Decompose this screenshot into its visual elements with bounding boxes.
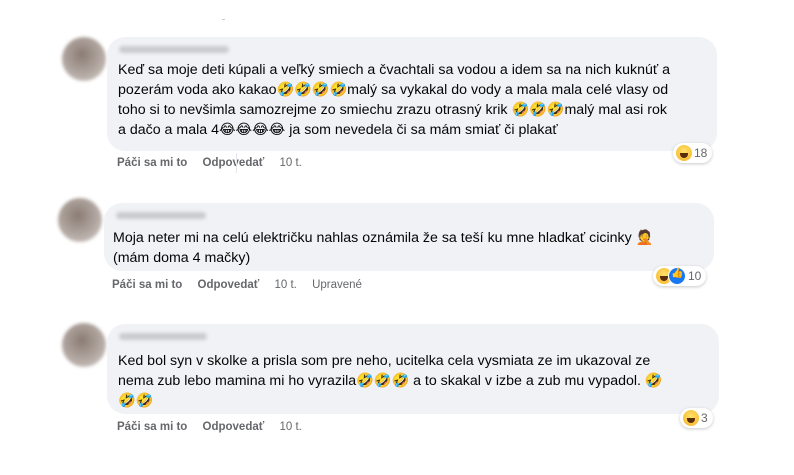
- thread-line: [236, 153, 237, 173]
- reply-link[interactable]: Odpovedať: [203, 157, 265, 169]
- reaction-badge[interactable]: 3: [680, 408, 713, 428]
- haha-icon: [676, 145, 692, 161]
- avatar[interactable]: [62, 323, 106, 367]
- reaction-count: 3: [701, 411, 708, 425]
- edited-label: Upravené: [312, 279, 362, 291]
- like-link[interactable]: Páči sa mi to: [117, 421, 187, 433]
- author-name-redacted[interactable]: [119, 333, 207, 340]
- comment-bubble: Moja neter mi na celú električku nahlas …: [104, 203, 714, 271]
- reply-link[interactable]: Odpovedať: [198, 279, 260, 291]
- reply-link[interactable]: Odpovedať: [203, 421, 265, 433]
- timestamp[interactable]: 10 t.: [274, 279, 296, 291]
- like-link[interactable]: Páči sa mi to: [112, 279, 182, 291]
- reaction-count: 10: [688, 269, 702, 283]
- author-name-redacted[interactable]: [119, 46, 229, 53]
- comment-actions: Páči sa mi to Odpovedať 10 t. Upravené: [112, 279, 374, 291]
- author-name-redacted[interactable]: [116, 212, 206, 219]
- reaction-badge[interactable]: 18: [673, 143, 713, 163]
- comment-text: Keď sa moje deti kúpali a veľký smiech a…: [118, 62, 671, 138]
- reaction-count: 18: [694, 146, 708, 160]
- comment-bubble: Ked bol syn v skolke a prisla som pre ne…: [107, 324, 719, 414]
- haha-icon: [683, 410, 699, 426]
- avatar[interactable]: [62, 37, 106, 81]
- comment-text: Ked bol syn v skolke a prisla som pre ne…: [118, 353, 663, 409]
- avatar[interactable]: [58, 198, 102, 242]
- divider-dot: [222, 19, 225, 20]
- timestamp[interactable]: 10 t.: [279, 157, 301, 169]
- like-icon: [668, 267, 686, 285]
- comment-actions: Páči sa mi to Odpovedať 10 t.: [117, 157, 314, 169]
- comment-actions: Páči sa mi to Odpovedať 10 t.: [117, 421, 314, 433]
- comment-bubble: Keď sa moje deti kúpali a veľký smiech a…: [107, 37, 717, 151]
- reaction-badge[interactable]: 10: [653, 266, 707, 286]
- like-link[interactable]: Páči sa mi to: [117, 157, 187, 169]
- comment-text: Moja neter mi na celú električku nahlas …: [113, 230, 654, 266]
- timestamp[interactable]: 10 t.: [279, 421, 301, 433]
